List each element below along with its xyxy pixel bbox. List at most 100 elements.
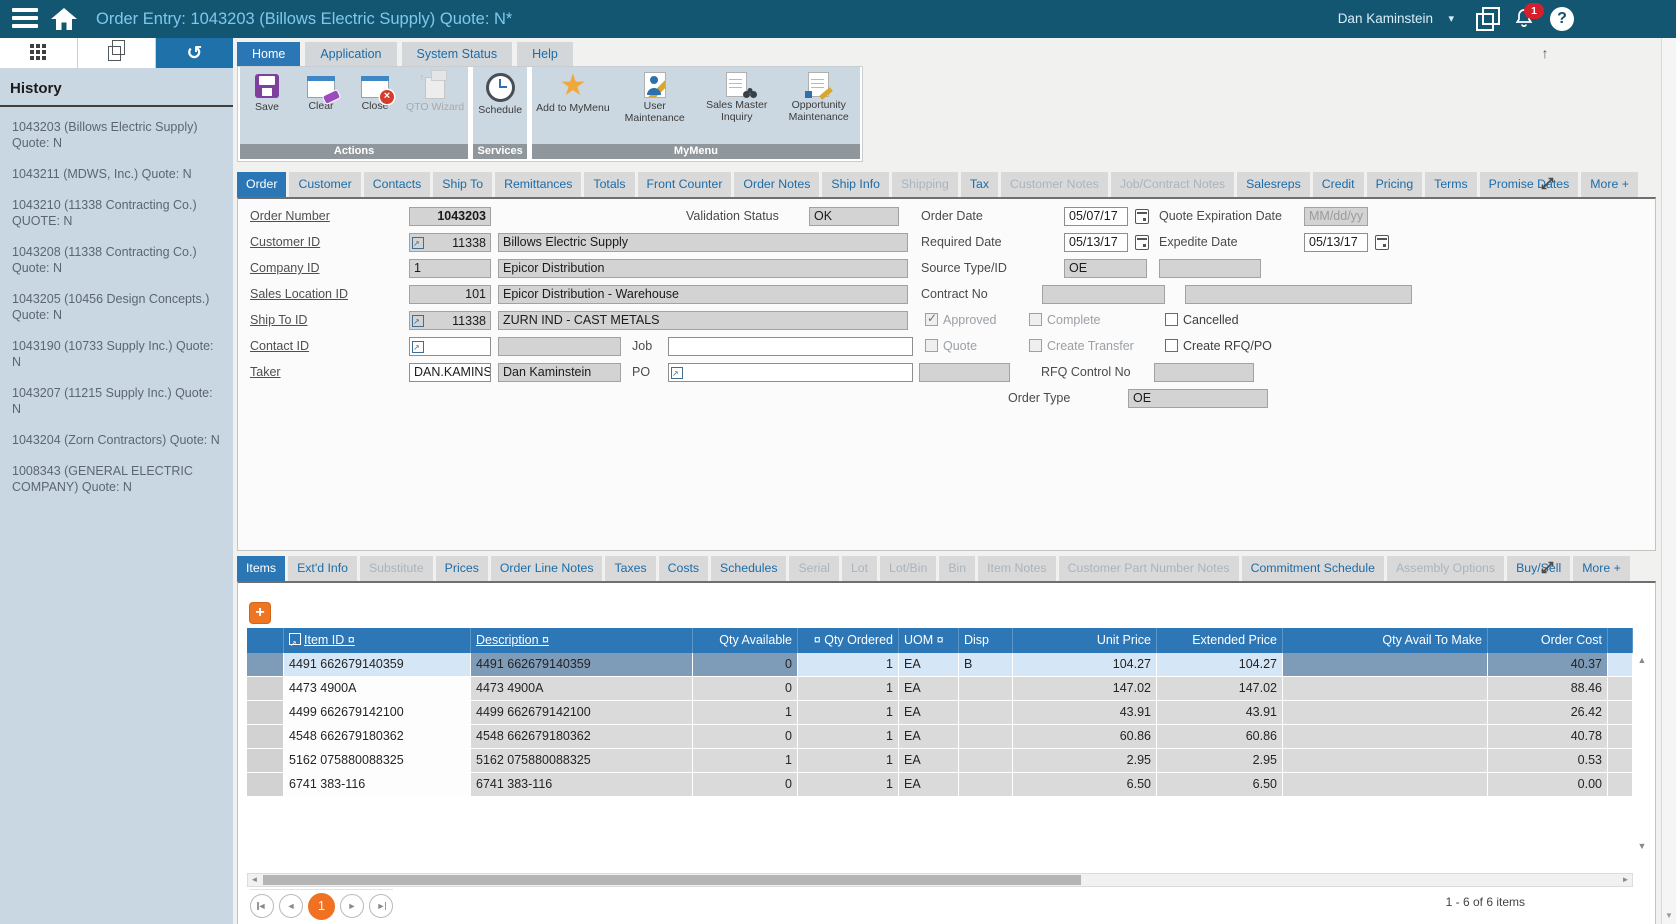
grid-cell-disp[interactable] [959,677,1013,700]
grid-cell-disp[interactable]: B [959,653,1013,676]
expedite-date-field[interactable]: 05/13/17 [1304,233,1368,252]
grid-row-selected[interactable]: 4491 6626791403594491 66267914035901EAB1… [247,653,1633,676]
items-tab-schedules[interactable]: Schedules [711,556,786,581]
grid-cell-item_id[interactable]: 5162 075880088325 [284,749,471,772]
grid-cell-qty_ordered[interactable]: 1 [798,677,899,700]
last-page-button[interactable]: ► [369,894,393,918]
ribbon-tab-system-status[interactable]: System Status [402,42,513,66]
history-item[interactable]: 1008343 (GENERAL ELECTRIC COMPANY) Quote… [12,463,221,495]
grid-cell-qty_available[interactable]: 0 [693,773,798,796]
grid-cell-sel[interactable] [247,701,284,724]
grid-cell-uom[interactable]: EA [899,653,959,676]
expand-items-section-icon[interactable] [1540,560,1558,578]
first-page-button[interactable]: ◄ [250,894,274,918]
grid-row[interactable]: 6741 383-1166741 383-11601EA6.506.500.00 [247,773,1633,796]
grid-header-description[interactable]: Description ¤ [471,628,693,653]
grid-cell-description[interactable]: 4548 662679180362 [471,725,693,748]
sidebar-tab-open-windows[interactable] [78,38,156,68]
order-date-field[interactable]: 05/07/17 [1064,207,1128,226]
drilldown-icon[interactable] [412,237,424,249]
grid-row[interactable]: 4473 4900A4473 4900A01EA147.02147.0288.4… [247,677,1633,700]
grid-cell-qty_available[interactable]: 1 [693,701,798,724]
clear-button[interactable]: Clear [294,67,348,144]
grid-header-qty_ordered[interactable]: ¤ Qty Ordered [798,628,899,653]
sidebar-tab-apps[interactable] [0,38,78,68]
grid-cell-order_cost[interactable]: 0.53 [1488,749,1608,772]
grid-cell-extended_price[interactable]: 104.27 [1157,653,1283,676]
order-tab-credit[interactable]: Credit [1313,172,1364,197]
grid-cell-unit_price[interactable]: 6.50 [1013,773,1157,796]
order-tab-ship-to[interactable]: Ship To [433,172,492,197]
scroll-right-icon[interactable]: ► [1619,874,1632,886]
order-tab-tax[interactable]: Tax [961,172,998,197]
grid-cell-item_id[interactable]: 4473 4900A [284,677,471,700]
create-rfq-po-checkbox-label[interactable]: Create RFQ/PO [1183,339,1272,353]
grid-header-item_id[interactable]: Item ID ¤ [284,628,471,653]
grid-row[interactable]: 4499 6626791421004499 66267914210011EA43… [247,701,1633,724]
order-tab-more[interactable]: More + [1581,172,1638,197]
scroll-left-icon[interactable]: ◄ [248,874,261,886]
grid-cell-item_id[interactable]: 4548 662679180362 [284,725,471,748]
grid-cell-qty_ordered[interactable]: 1 [798,725,899,748]
grid-cell-description[interactable]: 4491 662679140359 [471,653,693,676]
grid-cell-description[interactable]: 4499 662679142100 [471,701,693,724]
grid-cell-extended_price[interactable]: 2.95 [1157,749,1283,772]
grid-cell-unit_price[interactable]: 104.27 [1013,653,1157,676]
grid-cell-disp[interactable] [959,749,1013,772]
order-tab-contacts[interactable]: Contacts [364,172,431,197]
grid-header-unit_price[interactable]: Unit Price [1013,628,1157,653]
history-item[interactable]: 1043208 (11338 Contracting Co.) Quote: N [12,244,221,276]
grid-cell-uom[interactable]: EA [899,749,959,772]
order-tab-order[interactable]: Order [237,172,286,197]
grid-cell-qty_avail_to_make[interactable] [1283,677,1488,700]
user-menu[interactable]: Dan Kaminstein [1338,0,1433,38]
grid-header-qty_available[interactable]: Qty Available [693,628,798,653]
current-page-button[interactable]: 1 [308,893,335,920]
required-date-field[interactable]: 05/13/17 [1064,233,1128,252]
cancelled-checkbox-label[interactable]: Cancelled [1183,313,1239,327]
history-item[interactable]: 1043205 (10456 Design Concepts.) Quote: … [12,291,221,323]
grid-cell-qty_ordered[interactable]: 1 [798,773,899,796]
grid-cell-trail[interactable] [1608,725,1633,748]
order-tab-ship-info[interactable]: Ship Info [822,172,889,197]
grid-cell-extended_price[interactable]: 6.50 [1157,773,1283,796]
grid-cell-item_id[interactable]: 4499 662679142100 [284,701,471,724]
drilldown-icon[interactable] [671,367,683,379]
grid-cell-qty_ordered[interactable]: 1 [798,701,899,724]
sidebar-tab-history[interactable] [156,38,233,68]
chevron-down-icon[interactable]: ▾ [1448,0,1454,38]
grid-scroll-up-icon[interactable]: ▲ [1635,655,1649,665]
grid-cell-qty_ordered[interactable]: 1 [798,653,899,676]
help-icon[interactable]: ? [1550,7,1574,31]
grid-cell-trail[interactable] [1608,773,1633,796]
save-button[interactable]: Save [240,67,294,144]
items-tab-order-line-notes[interactable]: Order Line Notes [491,556,603,581]
items-tab-taxes[interactable]: Taxes [605,556,655,581]
grid-cell-description[interactable]: 6741 383-116 [471,773,693,796]
customer-id-field[interactable]: 11338 [409,233,491,252]
next-page-button[interactable]: ► [340,894,364,918]
grid-header-extended_price[interactable]: Extended Price [1157,628,1283,653]
calendar-icon[interactable] [1375,235,1389,250]
hamburger-menu-icon[interactable] [12,8,38,30]
grid-cell-unit_price[interactable]: 2.95 [1013,749,1157,772]
scrollbar-thumb[interactable] [263,875,1081,885]
grid-cell-qty_avail_to_make[interactable] [1283,653,1488,676]
order-tab-pricing[interactable]: Pricing [1367,172,1423,197]
grid-cell-unit_price[interactable]: 43.91 [1013,701,1157,724]
grid-cell-description[interactable]: 5162 075880088325 [471,749,693,772]
grid-cell-disp[interactable] [959,701,1013,724]
grid-cell-trail[interactable] [1608,701,1633,724]
notifications-button[interactable]: 1 [1512,7,1536,31]
close-button[interactable]: Close [348,67,402,144]
order-tab-salesreps[interactable]: Salesreps [1237,172,1310,197]
grid-cell-sel[interactable] [247,677,284,700]
grid-cell-qty_avail_to_make[interactable] [1283,749,1488,772]
contact-id-label[interactable]: Contact ID [250,339,309,353]
items-tab-costs[interactable]: Costs [659,556,708,581]
grid-cell-trail[interactable] [1608,653,1633,676]
order-tab-order-notes[interactable]: Order Notes [734,172,819,197]
page-scrollbar[interactable]: ▼ [1661,38,1676,924]
grid-cell-sel[interactable] [247,773,284,796]
grid-cell-disp[interactable] [959,773,1013,796]
